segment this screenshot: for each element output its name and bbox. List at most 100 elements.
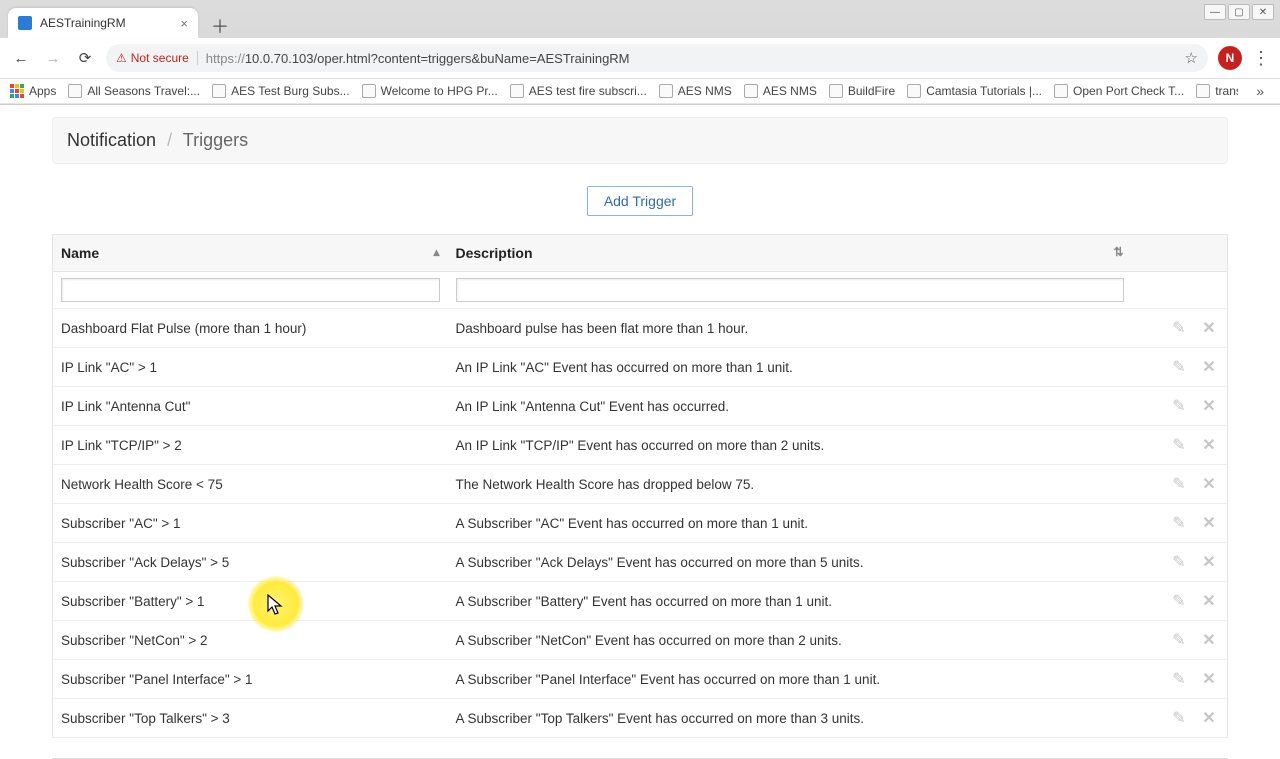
edit-icon[interactable]: ✎ (1169, 318, 1189, 338)
table-row[interactable]: IP Link "TCP/IP" > 2An IP Link "TCP/IP" … (53, 426, 1228, 465)
cell-actions: ✎✕ (1132, 504, 1228, 543)
bookmark-item[interactable]: Open Port Check T... (1054, 84, 1184, 98)
cell-name: Network Health Score < 75 (53, 465, 448, 504)
table-row[interactable]: IP Link "Antenna Cut"An IP Link "Antenna… (53, 387, 1228, 426)
edit-icon[interactable]: ✎ (1169, 669, 1189, 689)
table-row[interactable]: Subscriber "Panel Interface" > 1A Subscr… (53, 660, 1228, 699)
delete-icon[interactable]: ✕ (1199, 396, 1219, 416)
edit-icon[interactable]: ✎ (1169, 396, 1189, 416)
cell-name: Subscriber "Ack Delays" > 5 (53, 543, 448, 582)
breadcrumb-separator-icon: / (167, 130, 172, 150)
omnibox[interactable]: ⚠ Not secure https://10.0.70.103/oper.ht… (106, 44, 1208, 72)
apps-grid-icon (10, 84, 24, 98)
window-close-icon[interactable]: ✕ (1252, 4, 1274, 20)
cell-name: Subscriber "Panel Interface" > 1 (53, 660, 448, 699)
delete-icon[interactable]: ✕ (1199, 630, 1219, 650)
bookmark-item[interactable]: AES NMS (744, 84, 817, 98)
breadcrumb-root[interactable]: Notification (67, 130, 156, 150)
edit-icon[interactable]: ✎ (1169, 552, 1189, 572)
table-row[interactable]: Subscriber "Battery" > 1A Subscriber "Ba… (53, 582, 1228, 621)
edit-icon[interactable]: ✎ (1169, 513, 1189, 533)
tab-strip: AESTrainingRM × ＋ (0, 0, 1280, 38)
cell-actions: ✎✕ (1132, 465, 1228, 504)
delete-icon[interactable]: ✕ (1199, 669, 1219, 689)
table-row[interactable]: Subscriber "AC" > 1A Subscriber "AC" Eve… (53, 504, 1228, 543)
delete-icon[interactable]: ✕ (1199, 318, 1219, 338)
cell-actions: ✎✕ (1132, 309, 1228, 348)
apps-button[interactable]: Apps (10, 84, 56, 98)
bookmark-item[interactable]: Welcome to HPG Pr... (362, 84, 498, 98)
cell-name: Dashboard Flat Pulse (more than 1 hour) (53, 309, 448, 348)
chrome-menu-icon[interactable]: ⋮ (1252, 48, 1270, 69)
bookmark-favicon-icon (744, 84, 758, 98)
reload-button[interactable]: ⟳ (74, 47, 96, 69)
column-header-description[interactable]: Description ⇅ (448, 235, 1132, 272)
edit-icon[interactable]: ✎ (1169, 591, 1189, 611)
cell-actions: ✎✕ (1132, 426, 1228, 465)
add-trigger-button[interactable]: Add Trigger (587, 186, 693, 216)
edit-icon[interactable]: ✎ (1169, 630, 1189, 650)
filter-description-input[interactable] (456, 278, 1124, 302)
back-button[interactable]: ← (10, 47, 32, 69)
cell-actions: ✎✕ (1132, 660, 1228, 699)
bookmark-label: Open Port Check T... (1073, 84, 1184, 98)
column-header-name[interactable]: Name ▴ (53, 235, 448, 272)
edit-icon[interactable]: ✎ (1169, 435, 1189, 455)
table-row[interactable]: Subscriber "NetCon" > 2A Subscriber "Net… (53, 621, 1228, 660)
cell-name: Subscriber "NetCon" > 2 (53, 621, 448, 660)
cell-actions: ✎✕ (1132, 621, 1228, 660)
tab-close-icon[interactable]: × (180, 16, 188, 31)
delete-icon[interactable]: ✕ (1199, 552, 1219, 572)
bookmark-favicon-icon (829, 84, 843, 98)
bookmark-label: transtatus.transgro... (1215, 84, 1238, 98)
delete-icon[interactable]: ✕ (1199, 357, 1219, 377)
browser-tab[interactable]: AESTrainingRM × (8, 8, 198, 38)
edit-icon[interactable]: ✎ (1169, 357, 1189, 377)
cell-actions: ✎✕ (1132, 348, 1228, 387)
delete-icon[interactable]: ✕ (1199, 591, 1219, 611)
bookmark-label: AES test fire subscri... (529, 84, 647, 98)
cell-description: The Network Health Score has dropped bel… (448, 465, 1132, 504)
table-row[interactable]: Network Health Score < 75The Network Hea… (53, 465, 1228, 504)
cell-name: IP Link "Antenna Cut" (53, 387, 448, 426)
bookmark-label: AES NMS (678, 84, 732, 98)
delete-icon[interactable]: ✕ (1199, 435, 1219, 455)
window-maximize-icon[interactable]: ▢ (1228, 4, 1250, 20)
bookmark-item[interactable]: transtatus.transgro... (1196, 84, 1238, 98)
edit-icon[interactable]: ✎ (1169, 708, 1189, 728)
cell-description: An IP Link "AC" Event has occurred on mo… (448, 348, 1132, 387)
bookmark-star-icon[interactable]: ☆ (1185, 49, 1198, 67)
delete-icon[interactable]: ✕ (1199, 474, 1219, 494)
forward-button[interactable]: → (42, 47, 64, 69)
table-row[interactable]: Dashboard Flat Pulse (more than 1 hour)D… (53, 309, 1228, 348)
cell-description: An IP Link "Antenna Cut" Event has occur… (448, 387, 1132, 426)
bookmark-favicon-icon (659, 84, 673, 98)
cell-name: IP Link "AC" > 1 (53, 348, 448, 387)
bookmark-overflow-icon[interactable]: » (1250, 83, 1270, 99)
table-row[interactable]: Subscriber "Ack Delays" > 5A Subscriber … (53, 543, 1228, 582)
table-row[interactable]: IP Link "AC" > 1An IP Link "AC" Event ha… (53, 348, 1228, 387)
cell-name: Subscriber "Battery" > 1 (53, 582, 448, 621)
not-secure-badge[interactable]: ⚠ Not secure (116, 51, 198, 65)
bookmark-item[interactable]: AES Test Burg Subs... (212, 84, 350, 98)
bookmark-item[interactable]: AES test fire subscri... (510, 84, 647, 98)
new-tab-button[interactable]: ＋ (208, 14, 232, 38)
bookmark-item[interactable]: All Seasons Travel:... (68, 84, 200, 98)
bookmark-favicon-icon (68, 84, 82, 98)
sort-asc-icon: ▴ (433, 245, 439, 259)
warning-icon: ⚠ (116, 51, 127, 65)
edit-icon[interactable]: ✎ (1169, 474, 1189, 494)
profile-avatar[interactable]: N (1218, 46, 1242, 70)
bookmark-label: Camtasia Tutorials |... (926, 84, 1042, 98)
bookmark-item[interactable]: AES NMS (659, 84, 732, 98)
filter-name-input[interactable] (61, 278, 440, 302)
bookmark-item[interactable]: BuildFire (829, 84, 895, 98)
breadcrumb-leaf: Triggers (183, 130, 248, 150)
bookmark-item[interactable]: Camtasia Tutorials |... (907, 84, 1042, 98)
cell-name: IP Link "TCP/IP" > 2 (53, 426, 448, 465)
window-minimize-icon[interactable]: — (1204, 4, 1226, 20)
table-row[interactable]: Subscriber "Top Talkers" > 3A Subscriber… (53, 699, 1228, 738)
bookmark-label: All Seasons Travel:... (87, 84, 200, 98)
delete-icon[interactable]: ✕ (1199, 513, 1219, 533)
delete-icon[interactable]: ✕ (1199, 708, 1219, 728)
